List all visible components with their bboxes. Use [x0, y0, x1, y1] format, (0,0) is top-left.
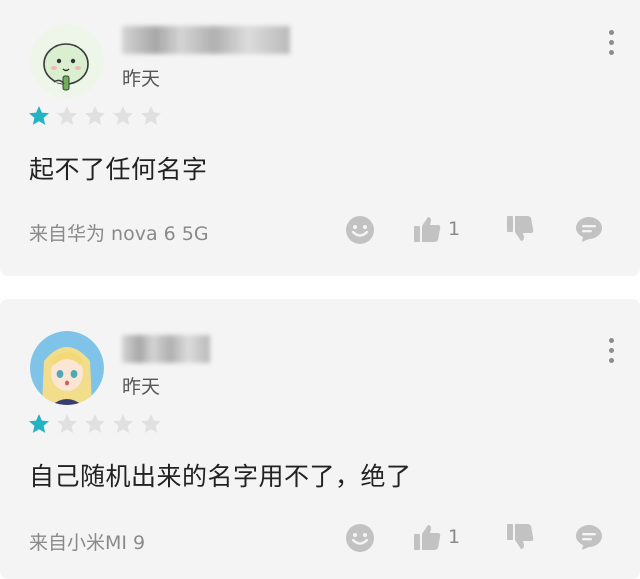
avatar[interactable] — [30, 331, 104, 405]
star-icon — [113, 106, 133, 125]
star-icon — [57, 106, 77, 125]
star-icon — [85, 106, 105, 125]
star-icon — [57, 414, 77, 433]
more-icon[interactable] — [608, 338, 614, 363]
rating-stars — [27, 104, 163, 128]
more-icon[interactable] — [608, 30, 614, 55]
like-button[interactable]: 1 — [412, 214, 460, 244]
review-text: 起不了任何名字 — [29, 155, 208, 184]
like-count: 1 — [448, 526, 461, 548]
thumbs-down-icon — [507, 216, 534, 241]
dislike-button[interactable] — [505, 214, 535, 244]
reply-button[interactable] — [574, 522, 604, 552]
username-blurred[interactable] — [122, 26, 290, 54]
smiley-button[interactable] — [344, 522, 376, 554]
device-info: 来自小米MI 9 — [29, 532, 146, 554]
review-card: 昨天 自己随机出来的名字用不了，绝了 来自小米MI 9 1 — [0, 299, 640, 579]
star-icon — [141, 414, 161, 433]
review-text: 自己随机出来的名字用不了，绝了 — [29, 462, 412, 491]
review-time: 昨天 — [122, 68, 161, 90]
dislike-button[interactable] — [505, 522, 535, 552]
username-blurred[interactable] — [122, 335, 210, 363]
device-info: 来自华为 nova 6 5G — [29, 223, 209, 245]
thumbs-up-icon — [414, 525, 441, 550]
star-icon — [29, 414, 49, 433]
review-card: 昨天 起不了任何名字 来自华为 nova 6 5G 1 — [0, 0, 640, 276]
smiley-button[interactable] — [344, 214, 376, 246]
thumbs-down-icon — [507, 524, 534, 549]
rating-stars — [27, 412, 163, 436]
star-icon — [113, 414, 133, 433]
smiley-icon — [346, 216, 374, 244]
like-button[interactable]: 1 — [412, 522, 460, 552]
comment-icon — [576, 525, 602, 550]
smiley-icon — [346, 524, 374, 552]
review-time: 昨天 — [122, 376, 161, 398]
reply-button[interactable] — [574, 214, 604, 244]
star-icon — [141, 106, 161, 125]
avatar[interactable] — [30, 24, 104, 98]
star-icon — [85, 414, 105, 433]
thumbs-up-icon — [414, 217, 441, 242]
comment-icon — [576, 217, 602, 242]
like-count: 1 — [448, 218, 461, 240]
star-icon — [29, 106, 49, 125]
